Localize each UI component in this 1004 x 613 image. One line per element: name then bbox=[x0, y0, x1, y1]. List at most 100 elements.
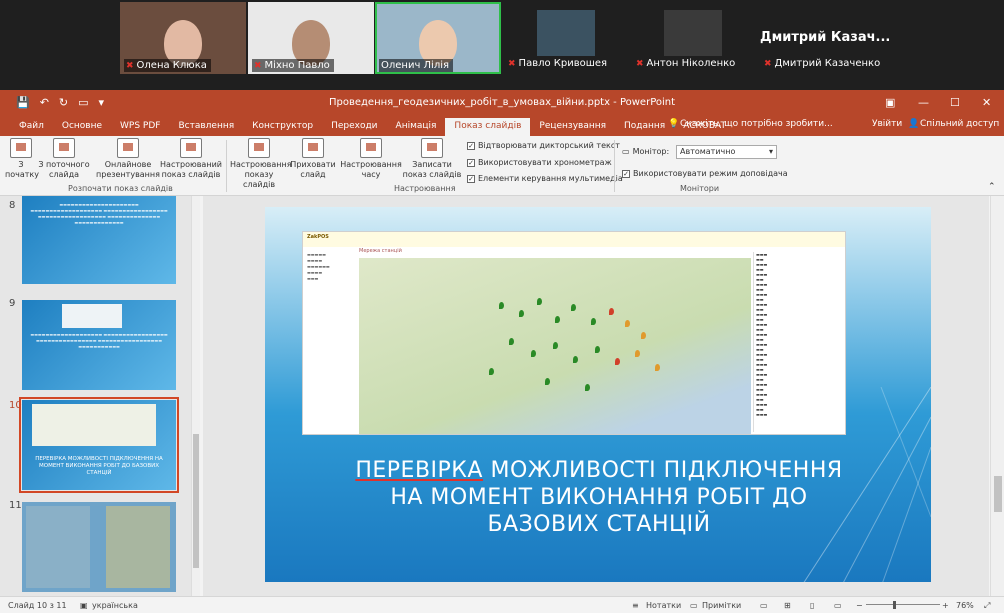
scrollbar-thumb[interactable] bbox=[193, 434, 199, 568]
notes-icon: ≡ bbox=[632, 601, 639, 610]
collapse-ribbon-icon[interactable]: ⌃ bbox=[988, 182, 996, 192]
slide-scrollbar[interactable] bbox=[990, 196, 1004, 596]
hide-slide-icon bbox=[302, 138, 324, 158]
presenter-view-checkbox[interactable]: ✓ Використовувати режим доповідача bbox=[622, 169, 788, 178]
slideshow-current-icon bbox=[53, 138, 75, 158]
participant-tile-3[interactable]: Оленич Лілія bbox=[375, 2, 501, 74]
slide-thumbnail-9[interactable]: ▬▬▬▬▬▬▬▬▬▬▬▬▬▬▬▬▬▬▬ ▬▬▬▬▬▬▬▬▬▬▬▬▬▬▬▬▬ ▬▬… bbox=[22, 300, 176, 390]
group-label-setup: Настроювання bbox=[394, 184, 456, 193]
ribbon-tabs: Файл Основне WPS PDF Вставлення Конструк… bbox=[0, 116, 1004, 136]
timings-checkbox[interactable]: ✓ Використовувати хронометраж bbox=[467, 158, 612, 167]
reading-view-icon[interactable]: ▯ bbox=[810, 601, 814, 610]
zoom-out-icon[interactable]: − bbox=[856, 601, 863, 610]
setup-show-icon bbox=[248, 138, 270, 158]
narration-checkbox[interactable]: ✓ Відтворювати дикторський текст bbox=[467, 141, 620, 150]
map-legend: ▬▬▬▬▬ ▬▬▬▬ ▬▬▬▬▬▬ ▬▬▬▬ ▬▬▬ bbox=[307, 252, 330, 281]
ribbon-display-options-icon[interactable]: ▣ bbox=[885, 96, 895, 109]
mic-muted-icon: ✖ bbox=[764, 59, 772, 69]
record-show-button[interactable]: Записати показ слайдів bbox=[400, 138, 464, 180]
active-speaker-name: Дмитрий Казач... bbox=[760, 30, 891, 45]
tab-transitions[interactable]: Переходи bbox=[322, 118, 386, 136]
setup-show-button[interactable]: Настроювання показу слайдів bbox=[230, 138, 292, 190]
slide-thumbnail-8[interactable]: ▬▬▬▬▬▬▬▬▬▬▬▬▬▬▬▬▬▬▬▬▬ ▬▬▬▬▬▬▬▬▬▬▬▬▬▬▬▬▬▬… bbox=[22, 196, 176, 284]
mic-muted-icon: ✖ bbox=[254, 61, 262, 71]
language-indicator[interactable]: українська bbox=[92, 601, 138, 610]
fit-to-window-icon[interactable]: ⤢ bbox=[984, 601, 990, 611]
zoom-slider-thumb[interactable] bbox=[893, 601, 896, 609]
photo-surveyor-2 bbox=[106, 506, 170, 588]
online-present-icon bbox=[117, 138, 139, 158]
thumb-number: 11 bbox=[9, 500, 22, 511]
stopwatch-icon bbox=[360, 138, 382, 158]
tab-home[interactable]: Основне bbox=[53, 118, 111, 136]
record-icon bbox=[421, 138, 443, 158]
participant-thumbnail-4[interactable] bbox=[537, 10, 595, 56]
slide-editing-area: ZakPOS Мережа станцій ▬▬▬▬▬ ▬▬▬▬ ▬▬▬▬▬▬ ▬▬▬… bbox=[203, 196, 989, 596]
slide-sorter-icon[interactable]: ⊞ bbox=[784, 601, 791, 610]
notes-button[interactable]: Нотатки bbox=[646, 601, 681, 610]
tell-me-box[interactable]: Скажіть, що потрібно зробити... bbox=[680, 119, 833, 129]
stations-list: ▬▬▬ ▬▬ ▬▬▬ ▬▬ ▬▬▬ ▬▬ ▬▬▬ ▬▬ ▬▬▬ ▬▬ ▬▬▬ ▬▬ ▬▬▬ ▬▬ ▬▬▬ ▬▬… bbox=[753, 252, 845, 432]
tab-view[interactable]: Подання bbox=[615, 118, 674, 136]
rehearse-timings-button[interactable]: Настроювання часу bbox=[340, 138, 402, 180]
spellcheck-icon[interactable]: ▣ bbox=[80, 601, 88, 610]
thumb-number: 9 bbox=[9, 298, 16, 309]
sign-in-link[interactable]: Увійти bbox=[872, 119, 902, 129]
share-button[interactable]: Спільний доступ bbox=[920, 119, 999, 129]
photo-surveyor-1 bbox=[26, 506, 90, 588]
slide-counter: Слайд 10 з 11 bbox=[8, 601, 67, 610]
slide-thumbnail-10[interactable]: ПЕРЕВІРКА МОЖЛИВОСТІ ПІДКЛЮЧЕННЯ НА МОМЕ… bbox=[19, 397, 179, 493]
current-slide[interactable]: ZakPOS Мережа станцій ▬▬▬▬▬ ▬▬▬▬ ▬▬▬▬▬▬ ▬▬▬… bbox=[265, 207, 931, 582]
status-bar: Слайд 10 з 11 ▣ українська ≡ Нотатки ▭ П… bbox=[0, 596, 1004, 613]
participant-name-4: Павло Кривошея bbox=[518, 58, 608, 69]
checkbox-checked-icon: ✓ bbox=[467, 158, 475, 167]
participant-name-5: Антон Ніколенко bbox=[646, 58, 736, 69]
thumb-number: 8 bbox=[9, 200, 16, 211]
close-button[interactable]: ✕ bbox=[982, 96, 991, 109]
slide-title[interactable]: ПЕРЕВІРКА МОЖЛИВОСТІ ПІДКЛЮЧЕННЯ НА МОМЕ… bbox=[305, 457, 893, 538]
ribbon: З початку З поточного слайда Онлайнове п… bbox=[0, 136, 1004, 196]
participant-tile-1[interactable]: ✖ Олена Клюка bbox=[120, 2, 246, 74]
from-current-button[interactable]: З поточного слайда bbox=[38, 138, 90, 180]
custom-show-button[interactable]: Настроюваний показ слайдів bbox=[160, 138, 222, 180]
chevron-down-icon: ▾ bbox=[768, 147, 773, 156]
tab-file[interactable]: Файл bbox=[10, 118, 53, 136]
tab-design[interactable]: Конструктор bbox=[243, 118, 322, 136]
tab-wps-pdf[interactable]: WPS PDF bbox=[111, 118, 169, 136]
zoom-level[interactable]: 76% bbox=[956, 601, 974, 610]
slideshow-view-icon[interactable]: ▭ bbox=[834, 601, 842, 610]
map-screenshot: ZakPOS Мережа станцій ▬▬▬▬▬ ▬▬▬▬ ▬▬▬▬▬▬ ▬▬▬… bbox=[302, 231, 846, 435]
maximize-button[interactable]: ☐ bbox=[950, 96, 960, 109]
map-app-name: ZakPOS bbox=[307, 234, 329, 240]
online-present-button[interactable]: Онлайнове презентування bbox=[92, 138, 164, 180]
tab-review[interactable]: Рецензування bbox=[530, 118, 615, 136]
tab-animations[interactable]: Анімація bbox=[387, 118, 446, 136]
tab-insert[interactable]: Вставлення bbox=[169, 118, 243, 136]
slide-thumbnail-11[interactable] bbox=[22, 502, 176, 592]
normal-view-icon[interactable]: ▭ bbox=[760, 601, 768, 610]
from-start-button[interactable]: З початку bbox=[5, 138, 39, 180]
participant-tile-2[interactable]: ✖ Міхно Павло bbox=[248, 2, 374, 74]
participant-name-1: Олена Клюка bbox=[136, 60, 207, 71]
slideshow-start-icon bbox=[10, 138, 32, 158]
zoom-in-icon[interactable]: + bbox=[942, 601, 949, 610]
scrollbar-thumb[interactable] bbox=[994, 476, 1002, 512]
meeting-participants-strip: ✖ Олена Клюка ✖ Міхно Павло Оленич Лілія ✖… bbox=[0, 0, 1004, 90]
comments-button[interactable]: Примітки bbox=[702, 601, 741, 610]
group-label-start: Розпочати показ слайдів bbox=[68, 184, 173, 193]
thumbnails-scrollbar[interactable] bbox=[191, 196, 200, 596]
participant-name-3: Оленич Лілія bbox=[381, 60, 450, 71]
monitor-select[interactable]: Автоматично ▾ bbox=[676, 145, 777, 159]
media-controls-checkbox[interactable]: ✓ Елементи керування мультимедіа bbox=[467, 174, 623, 183]
participant-name-2: Міхно Павло bbox=[264, 60, 330, 71]
minimize-button[interactable]: — bbox=[918, 96, 929, 109]
mic-muted-icon: ✖ bbox=[508, 59, 516, 69]
thumbnail-title: ПЕРЕВІРКА МОЖЛИВОСТІ ПІДКЛЮЧЕННЯ НА МОМЕ… bbox=[35, 456, 163, 476]
station-map bbox=[359, 258, 751, 434]
hide-slide-button[interactable]: Приховати слайд bbox=[290, 138, 336, 180]
custom-show-icon bbox=[180, 138, 202, 158]
tab-slideshow[interactable]: Показ слайдів bbox=[445, 118, 531, 136]
zoom-slider[interactable] bbox=[866, 604, 940, 605]
window-title: Проведення_геодезичних_робіт_в_умовах_ві… bbox=[328, 97, 676, 108]
participant-thumbnail-5[interactable] bbox=[664, 10, 722, 56]
